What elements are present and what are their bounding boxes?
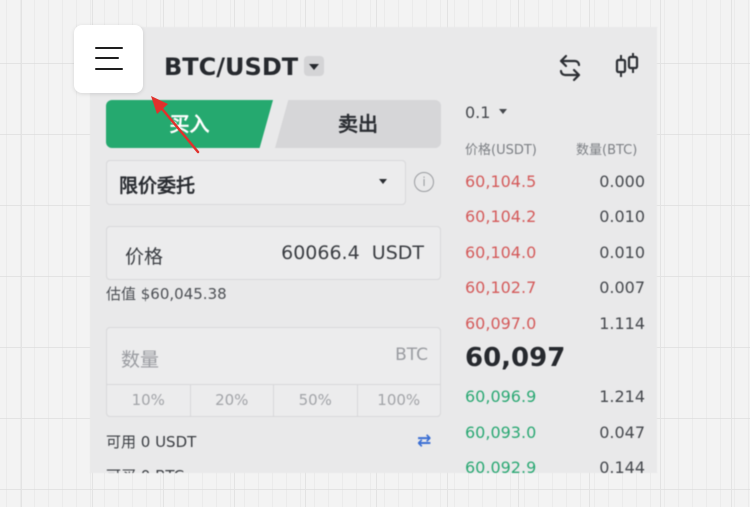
price-field[interactable]: 价格 60066.4 USDT bbox=[106, 226, 441, 280]
pair-dropdown-icon[interactable] bbox=[304, 56, 324, 76]
ask-qty: 0.010 bbox=[599, 207, 645, 226]
bid-qty: 0.047 bbox=[599, 423, 645, 442]
ask-price: 60,104.5 bbox=[465, 172, 537, 191]
order-type-select[interactable]: 限价委托 bbox=[106, 160, 406, 205]
bid-qty: 0.144 bbox=[599, 458, 645, 473]
menu-icon bbox=[95, 57, 119, 59]
swap-icon[interactable] bbox=[555, 53, 585, 83]
percent-10-button[interactable]: 10% bbox=[107, 385, 190, 417]
orderbook-ask-row[interactable]: 60,104.0 0.010 bbox=[465, 243, 645, 265]
pair-title[interactable]: BTC/USDT bbox=[164, 53, 298, 81]
percent-100-button[interactable]: 100% bbox=[356, 385, 441, 417]
menu-button[interactable] bbox=[74, 25, 143, 93]
ask-price: 60,104.2 bbox=[465, 207, 537, 226]
price-label: 价格 bbox=[125, 246, 164, 268]
ask-qty: 1.114 bbox=[599, 314, 645, 333]
orderbook-bid-row[interactable]: 60,093.0 0.047 bbox=[465, 423, 645, 445]
ask-price: 60,097.0 bbox=[465, 314, 537, 333]
orderbook-ask-row[interactable]: 60,102.7 0.007 bbox=[465, 278, 645, 300]
price-input[interactable]: 60066.4 USDT bbox=[281, 242, 424, 264]
bid-price: 60,096.9 bbox=[465, 387, 537, 406]
ask-qty: 0.000 bbox=[599, 172, 645, 191]
quantity-unit: BTC bbox=[395, 345, 428, 365]
quantity-field[interactable]: 数量 BTC 10% 20% 50% 100% bbox=[106, 327, 441, 417]
tab-sell[interactable]: 卖出 bbox=[275, 100, 441, 148]
percent-20-button[interactable]: 20% bbox=[189, 385, 274, 417]
available-btc: 可买 0 BTC bbox=[106, 465, 184, 473]
orderbook-ask-row[interactable]: 60,104.5 0.000 bbox=[465, 172, 645, 194]
bid-price: 60,093.0 bbox=[465, 423, 537, 442]
ask-qty: 0.010 bbox=[599, 243, 645, 262]
bid-qty: 1.214 bbox=[599, 387, 645, 406]
orderbook-bid-row[interactable]: 60,092.9 0.144 bbox=[465, 458, 645, 473]
last-price: 60,097 bbox=[465, 343, 566, 373]
percent-buttons: 10% 20% 50% 100% bbox=[107, 384, 440, 417]
menu-icon bbox=[95, 68, 123, 70]
ask-price: 60,102.7 bbox=[465, 278, 537, 297]
ask-price: 60,104.0 bbox=[465, 243, 537, 262]
percent-50-button[interactable]: 50% bbox=[273, 385, 357, 417]
orderbook-ask-row[interactable]: 60,104.2 0.010 bbox=[465, 207, 645, 229]
orderbook-bid-row[interactable]: 60,096.9 1.214 bbox=[465, 387, 645, 409]
caret-down-icon bbox=[499, 109, 507, 114]
available-usdt: 可用 0 USDT bbox=[106, 433, 197, 451]
orderbook-ask-row[interactable]: 60,097.0 1.114 bbox=[465, 314, 645, 336]
ask-qty: 0.007 bbox=[599, 278, 645, 297]
app-header: BTC/USDT bbox=[90, 27, 657, 101]
caret-down-icon bbox=[379, 179, 387, 184]
menu-icon bbox=[95, 47, 123, 49]
estimate-text: 估值 $60,045.38 bbox=[106, 285, 227, 303]
candlestick-icon[interactable] bbox=[612, 51, 642, 81]
tab-buy[interactable]: 买入 bbox=[106, 100, 273, 148]
depth-selector[interactable]: 0.1 bbox=[465, 103, 490, 122]
orderbook-price-header: 价格(USDT) bbox=[465, 143, 537, 158]
transfer-icon[interactable]: ⇄ bbox=[417, 431, 431, 451]
order-type-label: 限价委托 bbox=[119, 175, 196, 197]
quantity-input[interactable]: 数量 bbox=[121, 345, 159, 372]
info-icon[interactable]: i bbox=[414, 172, 434, 192]
bid-price: 60,092.9 bbox=[465, 458, 537, 473]
trading-screen: BTC/USDT 买入 卖出 限价委托 i 价格 60066.4 USDT 估值… bbox=[90, 27, 657, 473]
orderbook-qty-header: 数量(BTC) bbox=[576, 143, 638, 158]
